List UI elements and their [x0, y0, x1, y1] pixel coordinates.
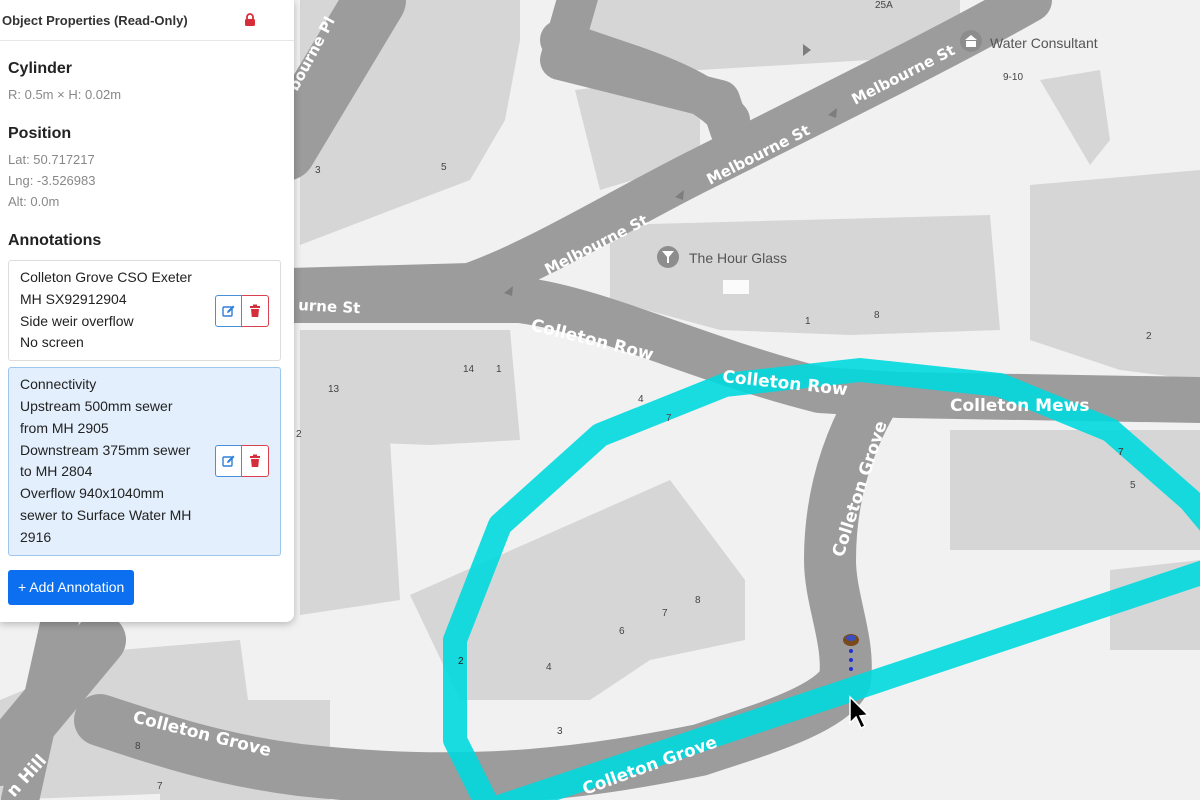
- lock-icon: [244, 13, 256, 27]
- house-number: 3: [557, 726, 563, 737]
- house-number: 1: [805, 316, 811, 327]
- house-number: 2: [1146, 331, 1152, 342]
- annotation-line: MH SX92912904: [20, 290, 127, 307]
- poi-label: Water Consultant: [990, 35, 1098, 51]
- annotation-line: Upstream 500mm sewer: [20, 397, 173, 414]
- circle-label: 2: [458, 656, 464, 667]
- position-heading: Position: [8, 125, 72, 142]
- trash-icon: [250, 304, 260, 317]
- house-number: 14: [463, 364, 475, 375]
- annotation-line: Downstream 375mm sewer: [20, 441, 191, 458]
- edit-annotation-button[interactable]: [215, 294, 242, 327]
- delete-annotation-button[interactable]: [242, 445, 269, 478]
- annotation-card-selected[interactable]: Connectivity Upstream 500mm sewer from M…: [8, 367, 281, 556]
- house-number: 7: [666, 413, 672, 424]
- house-number: 13: [328, 384, 340, 395]
- house-number: 3: [315, 165, 321, 176]
- house-number: 6: [619, 626, 625, 637]
- position-lng: Lng: -3.526983: [8, 173, 96, 188]
- house-number: 25A: [875, 0, 893, 11]
- annotation-line: Side weir overflow: [20, 312, 134, 329]
- annotations-section: Annotations: [0, 232, 294, 250]
- annotation-line: Colleton Grove CSO Exeter: [20, 269, 192, 285]
- add-annotation-button[interactable]: + Add Annotation: [8, 569, 135, 605]
- house-number: 7: [1118, 447, 1124, 458]
- house-number: 7: [662, 608, 668, 619]
- annotation-actions: [215, 294, 269, 327]
- annotation-line: Connectivity: [20, 376, 97, 393]
- poi-label: The Hour Glass: [689, 250, 787, 266]
- house-number: 8: [135, 741, 141, 752]
- house-number: 9-10: [1003, 72, 1023, 83]
- house-number: 5: [441, 162, 447, 173]
- road-label-melbourne-st: urne St: [298, 296, 361, 317]
- annotation-line: to MH 2804: [20, 463, 93, 480]
- annotation-line: 2916: [20, 528, 52, 545]
- shape-heading: Cylinder: [8, 60, 73, 77]
- position-lat: Lat: 50.717217: [8, 152, 95, 167]
- annotation-line: No screen: [20, 334, 84, 351]
- delete-annotation-button[interactable]: [242, 294, 269, 327]
- house-number: 4: [546, 662, 552, 673]
- edit-icon: [221, 455, 234, 468]
- house-number: 8: [874, 310, 880, 321]
- panel-header: Object Properties (Read-Only): [0, 0, 294, 41]
- annotation-line: Overflow 940x1040mm: [20, 485, 164, 502]
- panel-title: Object Properties (Read-Only): [2, 12, 188, 28]
- trash-icon: [250, 454, 260, 468]
- annotation-card[interactable]: Colleton Grove CSO Exeter MH SX92912904 …: [8, 260, 281, 362]
- house-number: 1: [496, 364, 502, 375]
- house-number: 4: [638, 394, 644, 405]
- annotation-line: from MH 2905: [20, 419, 109, 436]
- annotation-line: sewer to Surface Water MH: [20, 506, 192, 523]
- house-number: 7: [157, 781, 163, 792]
- edit-icon: [221, 305, 234, 317]
- annotations-heading: Annotations: [8, 232, 102, 249]
- object-properties-panel: Object Properties (Read-Only) Cylinder R…: [0, 0, 294, 622]
- house-number: 2: [296, 429, 302, 440]
- edit-annotation-button[interactable]: [215, 445, 242, 478]
- house-number: 8: [695, 595, 701, 606]
- annotation-actions: [215, 445, 269, 478]
- position-section: Position Lat: 50.717217 Lng: -3.526983 A…: [0, 125, 294, 212]
- road-label-colleton-mews: Colleton Mews: [950, 396, 1089, 416]
- shape-section: Cylinder R: 0.5m × H: 0.02m: [0, 60, 294, 105]
- house-number: 5: [1130, 480, 1136, 491]
- shape-dimensions: R: 0.5m × H: 0.02m: [8, 87, 122, 102]
- position-alt: Alt: 0.0m: [8, 194, 60, 209]
